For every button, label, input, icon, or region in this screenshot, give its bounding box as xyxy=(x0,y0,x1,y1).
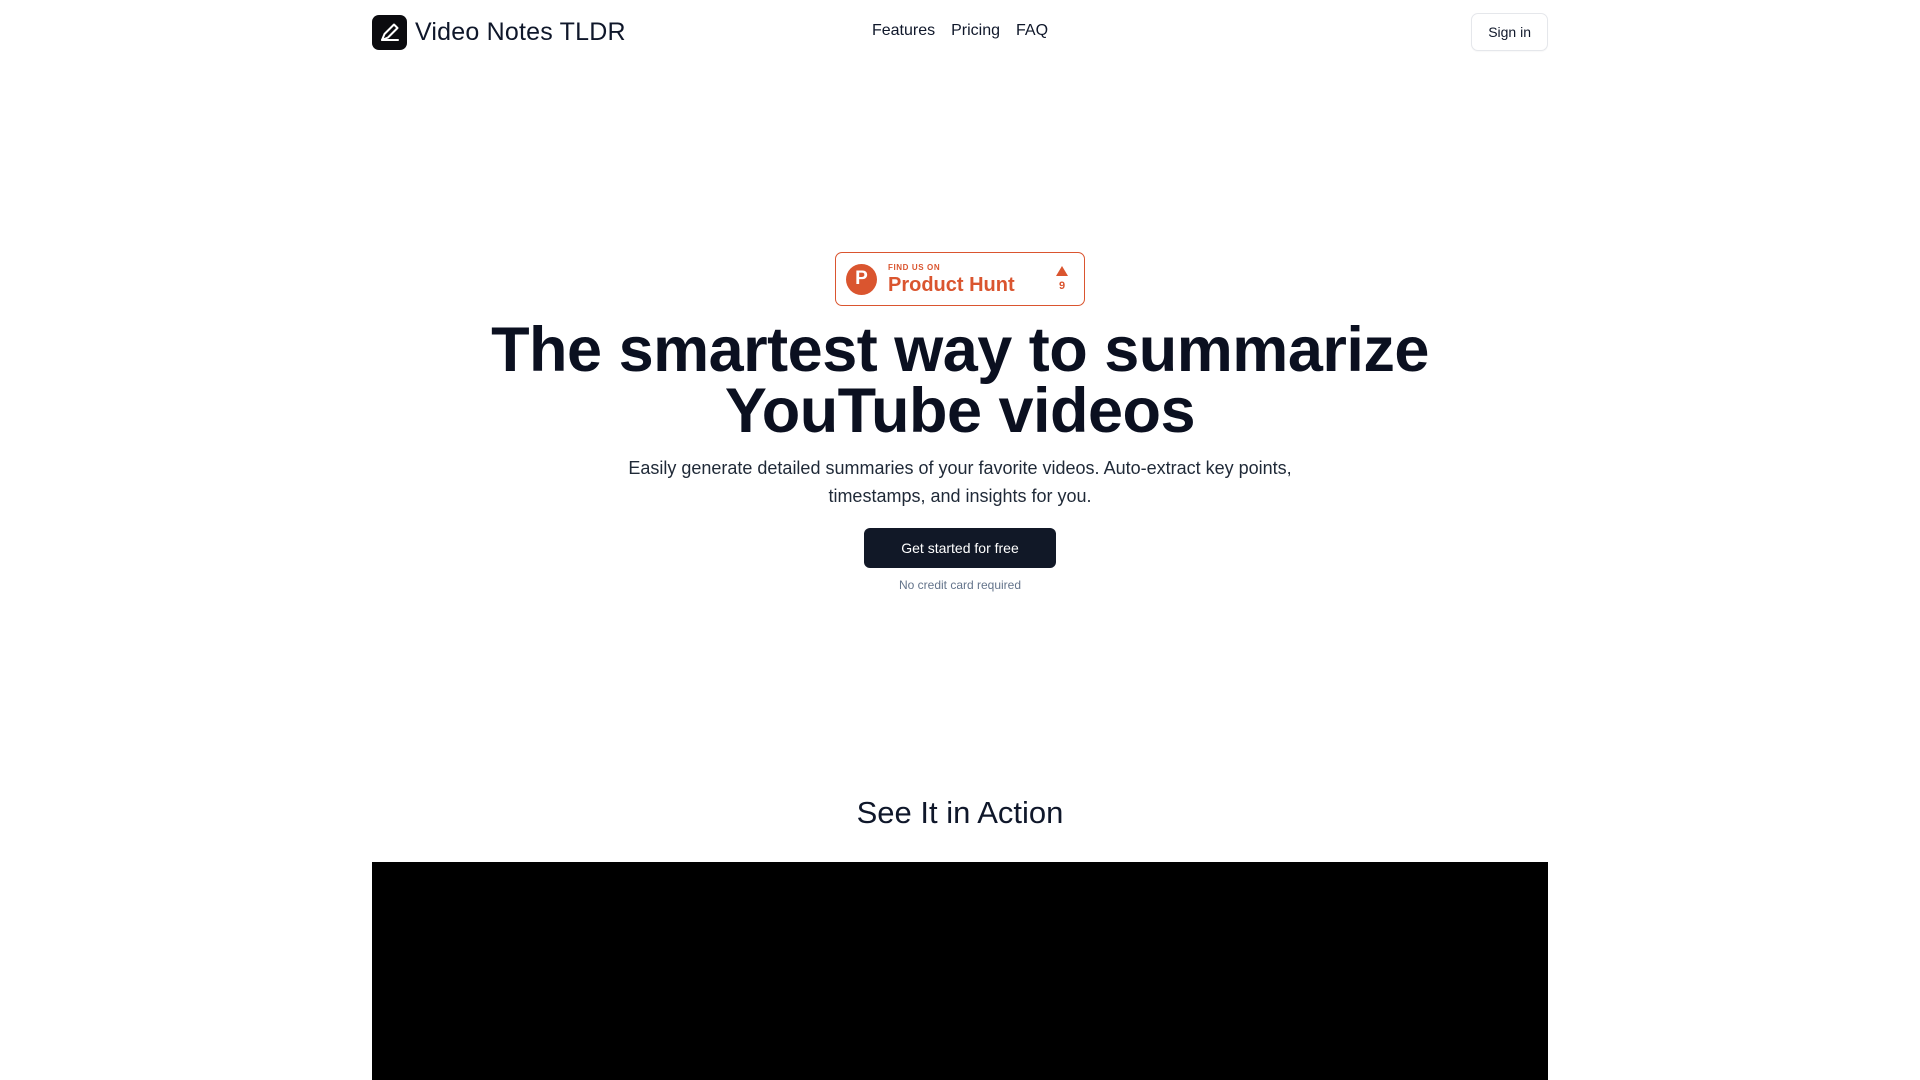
headline-line-2: YouTube videos xyxy=(724,376,1196,446)
nav-faq[interactable]: FAQ xyxy=(1016,22,1048,40)
site-header: Video Notes TLDR Features Pricing FAQ Si… xyxy=(372,13,1548,51)
vote-count: 9 xyxy=(1058,280,1066,292)
hero-subtext: Easily generate detailed summaries of yo… xyxy=(590,454,1330,510)
get-started-button[interactable]: Get started for free xyxy=(864,528,1056,568)
pencil-icon xyxy=(372,14,407,50)
product-hunt-votes: 9 xyxy=(1050,266,1074,292)
upvote-arrow-icon xyxy=(1056,266,1068,276)
nav-features[interactable]: Features xyxy=(872,22,935,40)
nav-pricing[interactable]: Pricing xyxy=(951,22,1000,40)
product-hunt-logo-icon: P xyxy=(846,263,877,295)
no-credit-card-note: No credit card required xyxy=(898,578,1022,592)
sign-in-button[interactable]: Sign in xyxy=(1471,13,1548,51)
landing-page: Video Notes TLDR Features Pricing FAQ Si… xyxy=(0,0,1920,1080)
demo-video-player[interactable] xyxy=(372,862,1548,1080)
hero-section: P FIND US ON Product Hunt 9 The smartest… xyxy=(0,252,1920,592)
brand-link[interactable]: Video Notes TLDR xyxy=(372,14,626,50)
main-nav: Features Pricing FAQ xyxy=(872,22,1048,40)
headline-line-1: The smartest way to summarize xyxy=(491,315,1429,385)
hero-headline: The smartest way to summarize YouTube vi… xyxy=(491,319,1429,443)
subtext-line-1: Easily generate detailed summaries of yo… xyxy=(628,458,1292,478)
demo-section-title: See It in Action xyxy=(856,795,1064,830)
product-hunt-small-label: FIND US ON xyxy=(888,262,941,272)
subtext-line-2: timestamps, and insights for you. xyxy=(828,486,1092,506)
product-hunt-text: FIND US ON Product Hunt xyxy=(888,262,1050,296)
brand-name: Video Notes TLDR xyxy=(415,17,626,46)
product-hunt-badge[interactable]: P FIND US ON Product Hunt 9 xyxy=(835,252,1085,306)
product-hunt-label: Product Hunt xyxy=(888,273,1015,296)
